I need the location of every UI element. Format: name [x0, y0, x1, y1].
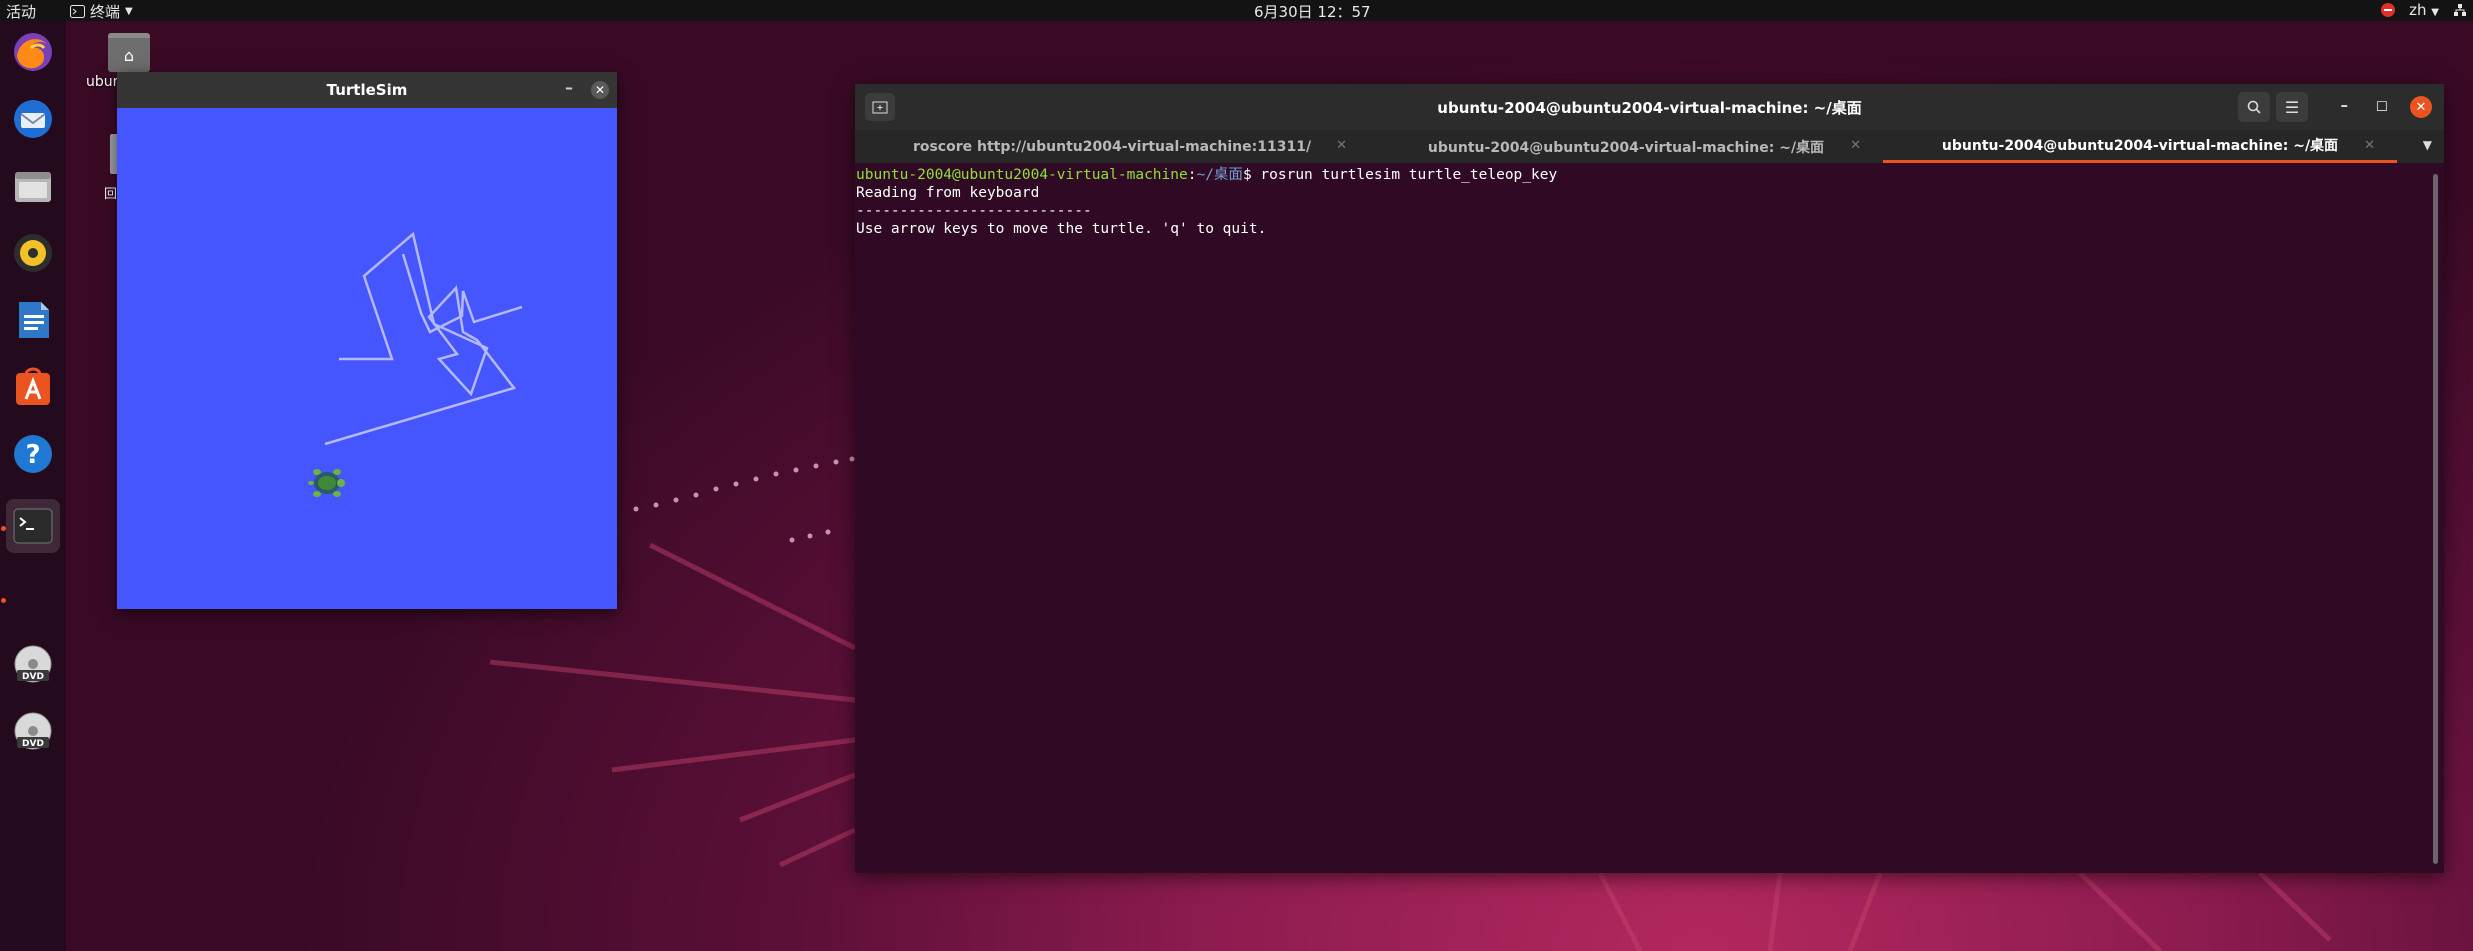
- tabs-dropdown-icon[interactable]: ▼: [2423, 138, 2432, 152]
- turtlesim-canvas[interactable]: [117, 108, 617, 609]
- running-indicator: [1, 598, 6, 603]
- prompt-line: ubuntu-2004@ubuntu2004-virtual-machine:~…: [856, 166, 2444, 184]
- dock-help[interactable]: ?: [6, 427, 60, 481]
- tab-shell-2[interactable]: ubuntu-2004@ubuntu2004-virtual-machine: …: [1369, 130, 1883, 163]
- dock-writer[interactable]: [6, 293, 60, 347]
- dvd-label: DVD: [22, 672, 44, 682]
- command-text: $ rosrun turtlesim turtle_teleop_key: [1242, 167, 1558, 183]
- tab-label: ubuntu-2004@ubuntu2004-virtual-machine: …: [1941, 138, 2339, 154]
- tab-label: ubuntu-2004@ubuntu2004-virtual-machine: …: [1427, 139, 1825, 156]
- do-not-disturb-icon[interactable]: [2381, 3, 2396, 17]
- dock-rhythmbox[interactable]: [6, 226, 60, 280]
- prompt-user: ubuntu-2004@ubuntu2004-virtual-machine: [856, 167, 1188, 183]
- terminal-title: ubuntu-2004@ubuntu2004-virtual-machine: …: [1437, 98, 1862, 117]
- turtle-trail: [324, 231, 523, 446]
- activities-button[interactable]: 活动: [6, 1, 36, 22]
- terminal-tab-bar: roscore http://ubuntu2004-virtual-machin…: [855, 130, 2444, 163]
- turtlesim-title: TurtleSim: [326, 81, 408, 99]
- close-icon[interactable]: ✕: [591, 81, 609, 99]
- tab-shell-3[interactable]: ubuntu-2004@ubuntu2004-virtual-machine: …: [1883, 130, 2397, 163]
- terminal-icon: [13, 508, 53, 544]
- system-tray: zh ▼: [2381, 1, 2467, 19]
- dock-terminal[interactable]: [6, 499, 60, 553]
- output-line: Use arrow keys to move the turtle. 'q' t…: [856, 221, 1267, 237]
- prompt-path: ~/桌面: [1196, 167, 1243, 183]
- terminal-window[interactable]: ubuntu-2004@ubuntu2004-virtual-machine: …: [855, 84, 2444, 873]
- search-button[interactable]: [2238, 92, 2270, 122]
- svg-text:?: ?: [25, 440, 40, 470]
- output-line: Reading from keyboard: [856, 185, 1040, 201]
- turtle-icon: [308, 469, 345, 497]
- chevron-down-icon: ▼: [2431, 7, 2439, 18]
- maximize-icon[interactable]: ◻: [2376, 96, 2388, 114]
- close-icon[interactable]: ✕: [2410, 96, 2432, 118]
- terminal-headerbar[interactable]: ubuntu-2004@ubuntu2004-virtual-machine: …: [855, 84, 2444, 130]
- terminal-output[interactable]: ubuntu-2004@ubuntu2004-virtual-machine:~…: [855, 163, 2444, 873]
- network-icon[interactable]: [2453, 3, 2467, 17]
- app-menu[interactable]: 终端 ▼: [70, 1, 133, 22]
- close-tab-icon[interactable]: ✕: [1850, 138, 1861, 153]
- thunderbird-icon: [14, 100, 52, 138]
- dvd-icon: DVD: [14, 712, 52, 750]
- clock[interactable]: 6月30日 12：57: [1254, 1, 1371, 22]
- close-tab-icon[interactable]: ✕: [1336, 138, 1347, 153]
- turtlesim-titlebar[interactable]: TurtleSim – ✕: [117, 72, 617, 108]
- files-icon: [15, 172, 51, 202]
- menu-button[interactable]: ☰: [2276, 92, 2308, 122]
- libreoffice-writer-icon: [19, 302, 49, 338]
- dock-files[interactable]: [6, 159, 60, 213]
- rhythmbox-icon: [14, 234, 52, 272]
- home-icon: ⌂: [123, 45, 135, 65]
- dock-firefox[interactable]: [6, 25, 60, 79]
- firefox-icon: [14, 33, 52, 71]
- dock: ? DVD DVD: [0, 21, 66, 951]
- help-icon: ?: [14, 435, 52, 473]
- new-tab-button[interactable]: [865, 93, 895, 121]
- tab-roscore[interactable]: roscore http://ubuntu2004-virtual-machin…: [855, 130, 1369, 163]
- turtlesim-window[interactable]: TurtleSim – ✕: [117, 72, 617, 609]
- input-method-label: zh: [2409, 1, 2427, 19]
- dvd-icon: DVD: [14, 645, 52, 683]
- chevron-down-icon: ▼: [125, 6, 133, 17]
- minimize-icon[interactable]: –: [565, 78, 573, 97]
- dock-thunderbird[interactable]: [6, 92, 60, 146]
- dock-dvd-2[interactable]: DVD: [6, 706, 60, 760]
- desktop-trash-label: 回: [104, 187, 118, 202]
- close-tab-icon[interactable]: ✕: [2364, 138, 2375, 153]
- tab-label: roscore http://ubuntu2004-virtual-machin…: [912, 138, 1312, 155]
- hamburger-icon: ☰: [2284, 97, 2300, 117]
- top-bar: 活动 终端 ▼ 6月30日 12：57 zh ▼: [0, 0, 2473, 21]
- input-method-indicator[interactable]: zh ▼: [2409, 1, 2439, 19]
- dvd-label: DVD: [22, 739, 44, 749]
- dock-ubuntu-software[interactable]: [6, 360, 60, 414]
- app-menu-label: 终端: [90, 3, 121, 21]
- new-tab-icon: [872, 101, 888, 114]
- running-indicator: [1, 526, 6, 531]
- output-line: ---------------------------: [856, 203, 1092, 219]
- search-icon: [2247, 100, 2261, 114]
- minimize-icon[interactable]: –: [2341, 96, 2349, 114]
- ubuntu-software-icon: [16, 367, 50, 405]
- terminal-small-icon: [70, 5, 85, 18]
- dock-dvd-1[interactable]: DVD: [6, 639, 60, 693]
- terminal-scrollbar[interactable]: [2433, 174, 2438, 864]
- desktop-home-folder[interactable]: ⌂: [108, 33, 150, 72]
